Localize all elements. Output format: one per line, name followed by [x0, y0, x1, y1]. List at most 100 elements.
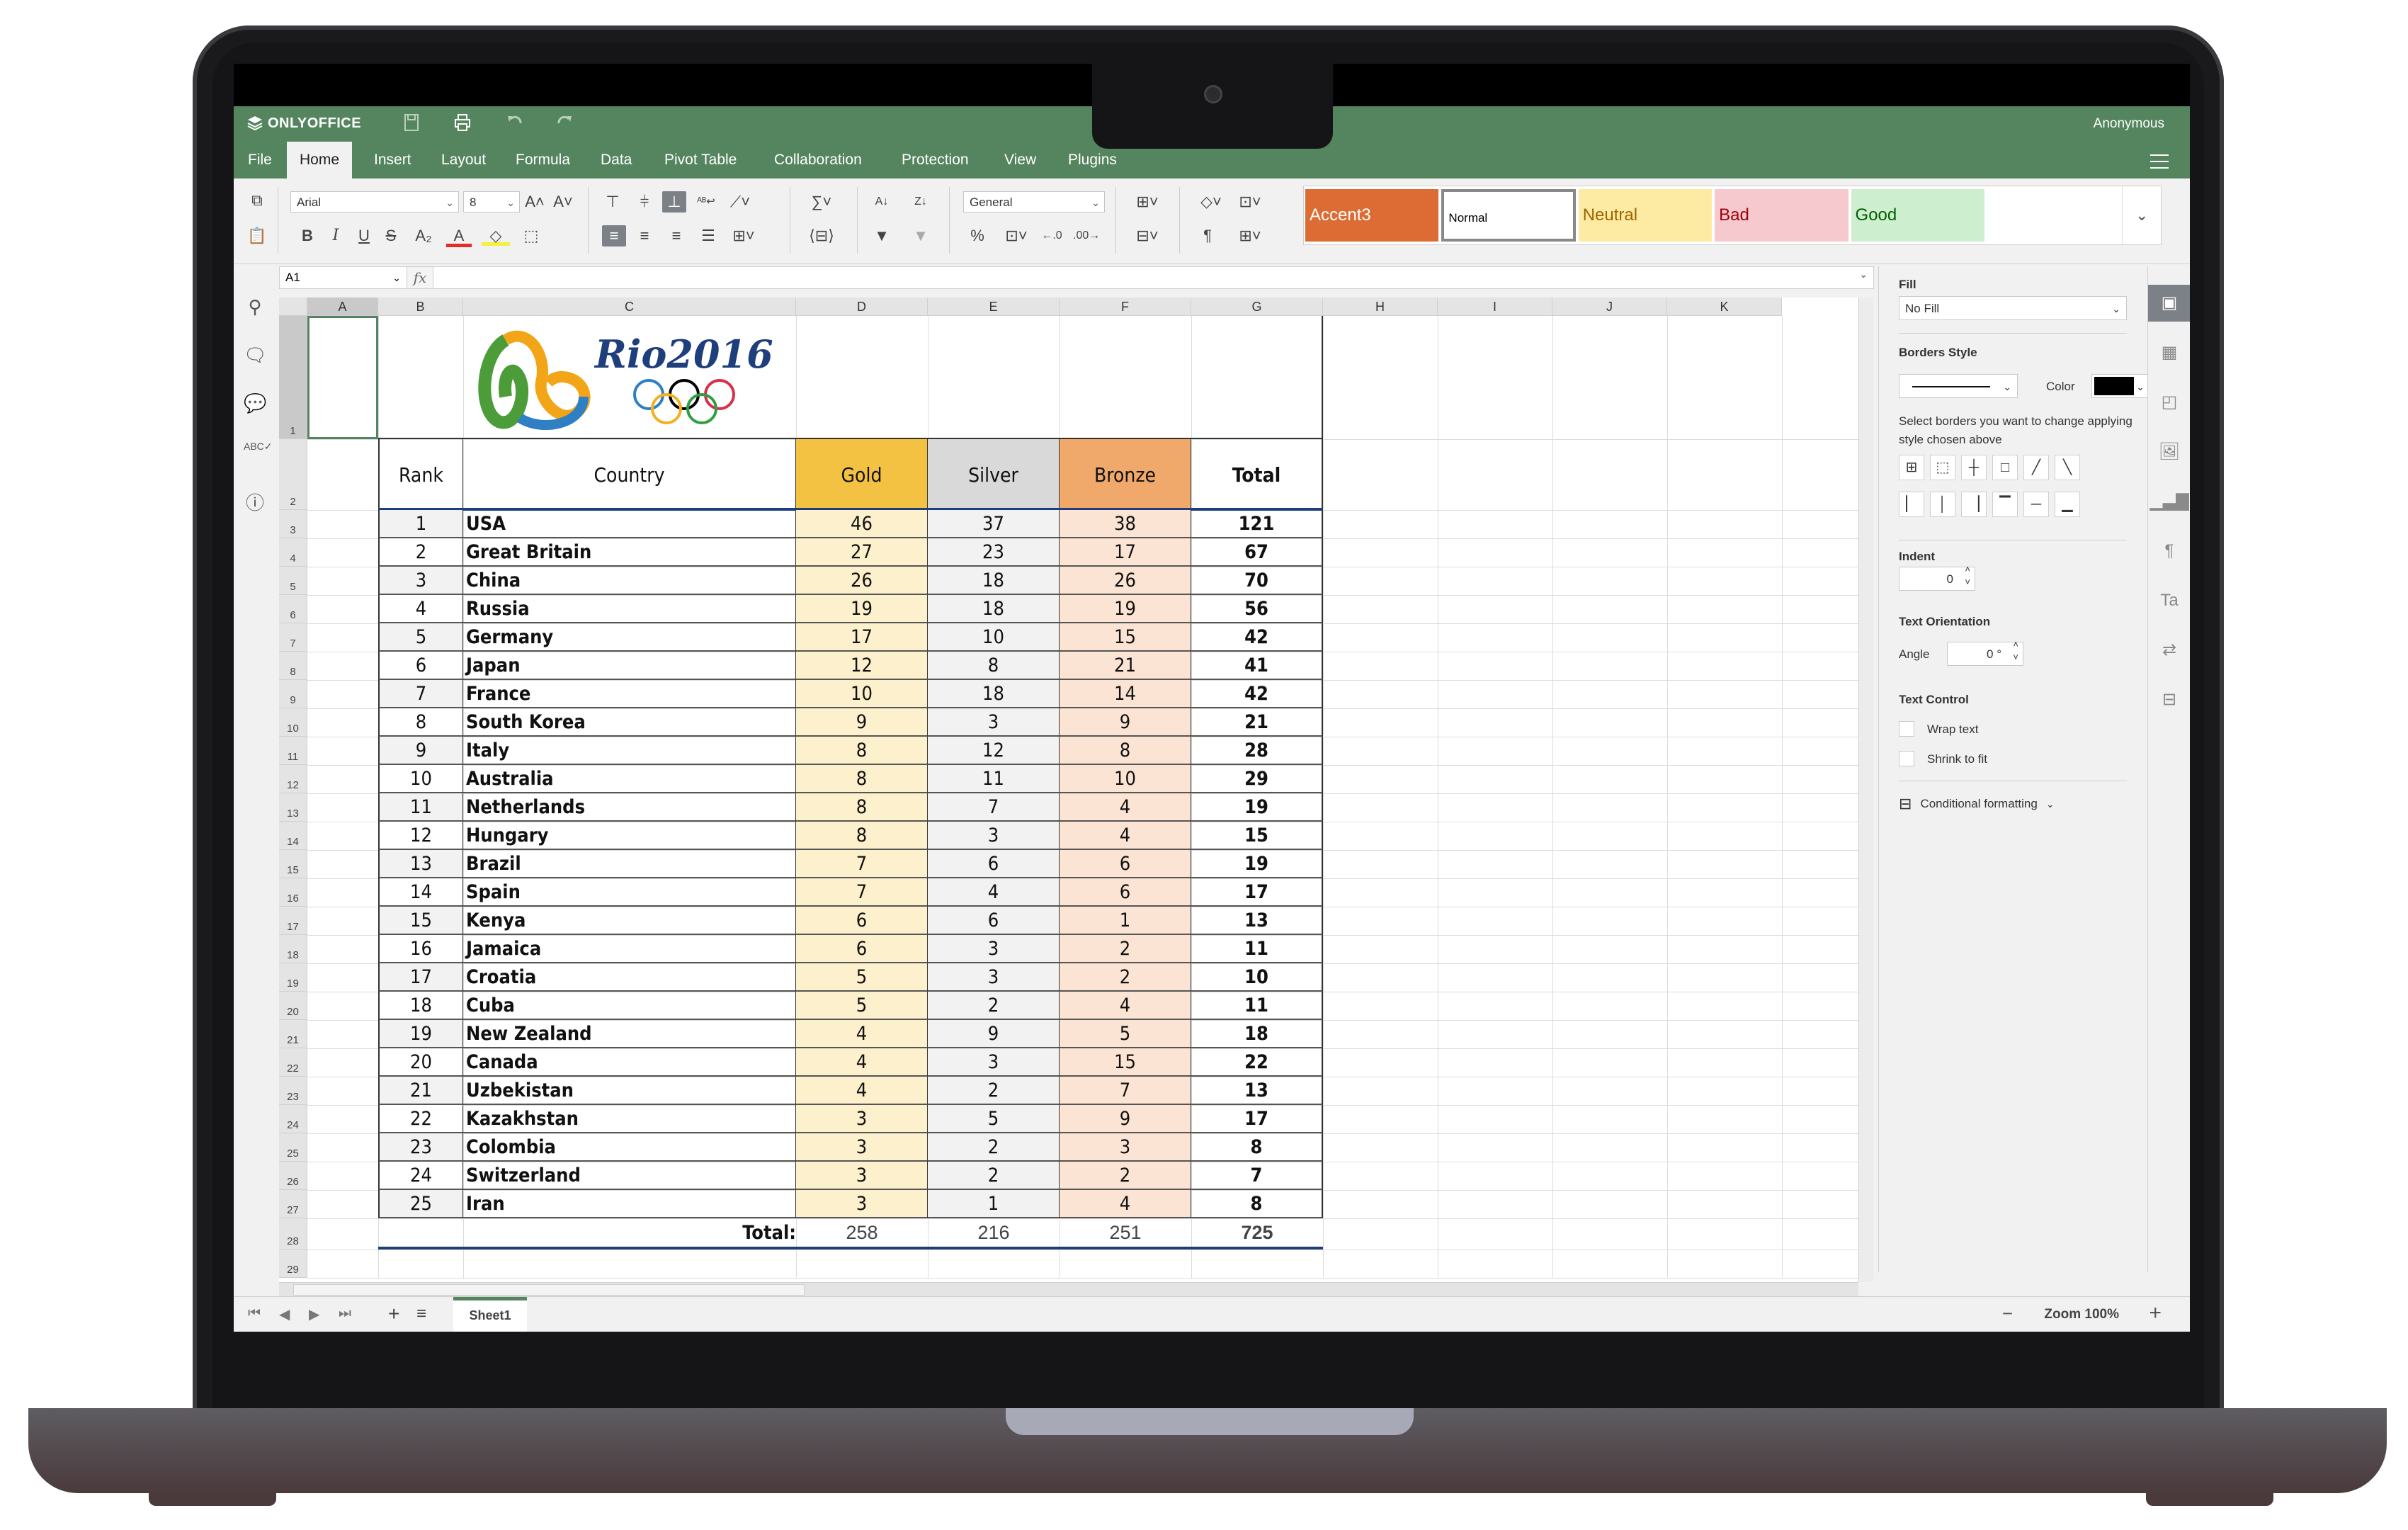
row-header-14[interactable]: 14	[279, 822, 307, 850]
gold-cell[interactable]: 26	[796, 567, 928, 595]
inner-horizontal-icon[interactable]: ─	[2023, 492, 2049, 517]
rank-cell[interactable]: 12	[378, 822, 463, 850]
bronze-cell[interactable]: 2	[1060, 1162, 1191, 1190]
country-cell[interactable]: China	[463, 567, 796, 595]
gold-cell[interactable]: 8	[796, 737, 928, 765]
silver-cell[interactable]: 2	[928, 992, 1060, 1020]
row-header-24[interactable]: 24	[279, 1105, 307, 1133]
row-header-22[interactable]: 22	[279, 1048, 307, 1077]
bronze-cell[interactable]: 10	[1060, 765, 1191, 793]
no-borders-icon[interactable]: ⬚	[1930, 455, 1955, 480]
strikethrough-button[interactable]: S	[382, 225, 399, 246]
column-header-d[interactable]: D	[796, 298, 928, 316]
format-as-table-icon[interactable]: ⊞˅	[1232, 225, 1268, 246]
align-bottom-icon[interactable]: ⊥	[662, 191, 686, 212]
bronze-cell[interactable]: 4	[1060, 822, 1191, 850]
horizontal-scrollbar[interactable]	[279, 1282, 1858, 1297]
total-cell[interactable]: 11	[1191, 992, 1323, 1020]
outer-borders-icon[interactable]: □	[1992, 455, 2018, 480]
fill-color-icon[interactable]: ◇	[482, 225, 510, 246]
silver-cell[interactable]: 6	[928, 907, 1060, 935]
tab-insert[interactable]: Insert	[361, 142, 424, 178]
silver-cell[interactable]: 11	[928, 765, 1060, 793]
bronze-cell[interactable]: 4	[1060, 1190, 1191, 1218]
left-border-icon[interactable]: ▏	[1899, 492, 1924, 517]
bronze-cell[interactable]: 26	[1060, 567, 1191, 595]
column-header-a[interactable]: A	[307, 298, 378, 316]
column-header-b[interactable]: B	[378, 298, 463, 316]
tab-pivot-table[interactable]: Pivot Table	[652, 142, 749, 178]
silver-cell[interactable]: 18	[928, 680, 1060, 708]
row-header-13[interactable]: 13	[279, 793, 307, 822]
gold-cell[interactable]: 4	[796, 1077, 928, 1105]
row-header-12[interactable]: 12	[279, 765, 307, 793]
sheet-tab-sheet1[interactable]: Sheet1	[453, 1297, 527, 1332]
bronze-cell[interactable]: 6	[1060, 850, 1191, 878]
gold-cell[interactable]: 8	[796, 793, 928, 822]
total-silver[interactable]: 216	[928, 1218, 1060, 1250]
wrap-text-checkbox[interactable]	[1899, 721, 1914, 737]
rank-cell[interactable]: 2	[378, 538, 463, 567]
row-header-26[interactable]: 26	[279, 1162, 307, 1190]
silver-cell[interactable]: 18	[928, 567, 1060, 595]
total-cell[interactable]: 41	[1191, 652, 1323, 680]
bronze-cell[interactable]: 19	[1060, 595, 1191, 623]
row-header-9[interactable]: 9	[279, 680, 307, 708]
right-border-icon[interactable]: ▕	[1961, 492, 1987, 517]
align-center-icon[interactable]: ≡	[634, 225, 655, 246]
row-header-10[interactable]: 10	[279, 708, 307, 737]
add-sheet-icon[interactable]: +	[388, 1303, 399, 1325]
silver-cell[interactable]: 9	[928, 1020, 1060, 1048]
cell-style-good[interactable]: Good	[1851, 189, 1984, 242]
rank-cell[interactable]: 5	[378, 623, 463, 652]
vertical-scrollbar[interactable]	[1858, 298, 1873, 1282]
row-header-4[interactable]: 4	[279, 538, 307, 567]
formula-input[interactable]	[436, 267, 1852, 288]
country-cell[interactable]: Colombia	[463, 1133, 796, 1162]
silver-cell[interactable]: 1	[928, 1190, 1060, 1218]
sort-ascending-icon[interactable]: A↓	[871, 191, 892, 212]
sheet-list-icon[interactable]: ≡	[416, 1304, 426, 1324]
total-cell[interactable]: 17	[1191, 878, 1323, 907]
silver-cell[interactable]: 37	[928, 510, 1060, 538]
rank-cell[interactable]: 17	[378, 963, 463, 992]
gold-cell[interactable]: 8	[796, 765, 928, 793]
spellcheck-icon[interactable]: ABC✓	[244, 441, 273, 463]
borders-icon[interactable]: ⬚	[517, 225, 545, 246]
bronze-cell[interactable]: 3	[1060, 1133, 1191, 1162]
gold-cell[interactable]: 3	[796, 1190, 928, 1218]
rank-cell[interactable]: 9	[378, 737, 463, 765]
bronze-cell[interactable]: 7	[1060, 1077, 1191, 1105]
rank-cell[interactable]: 25	[378, 1190, 463, 1218]
country-cell[interactable]: Brazil	[463, 850, 796, 878]
gold-cell[interactable]: 3	[796, 1105, 928, 1133]
row-header-21[interactable]: 21	[279, 1020, 307, 1048]
rank-cell[interactable]: 11	[378, 793, 463, 822]
bronze-cell[interactable]: 4	[1060, 992, 1191, 1020]
total-cell[interactable]: 18	[1191, 1020, 1323, 1048]
silver-cell[interactable]: 7	[928, 793, 1060, 822]
row-header-17[interactable]: 17	[279, 907, 307, 935]
row-header-5[interactable]: 5	[279, 567, 307, 595]
styles-more-chevron-icon[interactable]: ⌄	[2122, 186, 2161, 244]
user-name[interactable]: Anonymous	[2094, 116, 2164, 132]
inner-borders-icon[interactable]: ┼	[1961, 455, 1987, 480]
zoom-in-icon[interactable]: +	[2149, 1301, 2162, 1325]
decrease-decimal-icon[interactable]: ←.0	[1041, 225, 1062, 246]
bold-button[interactable]: B	[299, 225, 316, 246]
bronze-cell[interactable]: 38	[1060, 510, 1191, 538]
silver-cell[interactable]: 2	[928, 1077, 1060, 1105]
bronze-cell[interactable]: 6	[1060, 878, 1191, 907]
total-cell[interactable]: 29	[1191, 765, 1323, 793]
gold-cell[interactable]: 4	[796, 1048, 928, 1077]
column-header-c[interactable]: C	[463, 298, 796, 316]
rank-cell[interactable]: 8	[378, 708, 463, 737]
cell-style-accent3[interactable]: Accent3	[1305, 189, 1439, 242]
row-header-7[interactable]: 7	[279, 623, 307, 652]
border-color-picker[interactable]: ⌄	[2091, 374, 2148, 398]
scrollbar-thumb[interactable]	[293, 1284, 805, 1296]
insert-cells-icon[interactable]: ⊞˅	[1130, 191, 1165, 212]
sort-descending-icon[interactable]: Z↓	[910, 191, 931, 212]
paragraph-settings-icon[interactable]: ¶	[2148, 533, 2190, 570]
silver-cell[interactable]: 23	[928, 538, 1060, 567]
